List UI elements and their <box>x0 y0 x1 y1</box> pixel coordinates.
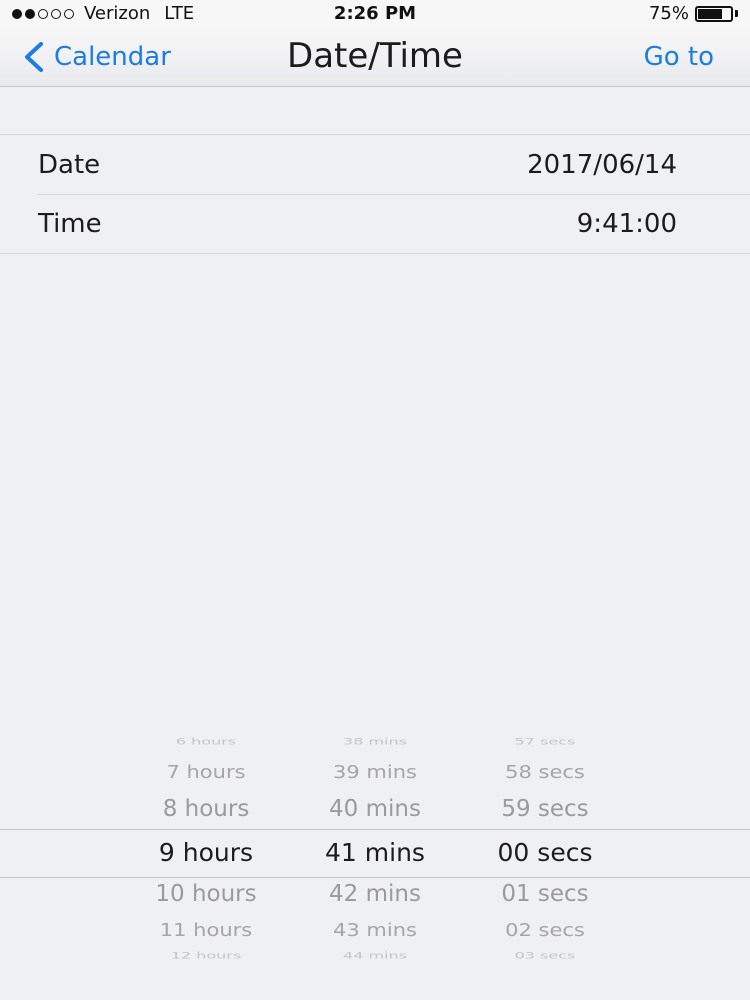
picker-item[interactable]: 59 secs <box>445 796 645 822</box>
picker-item[interactable]: 57 secs <box>445 736 645 746</box>
picker-item-selected[interactable]: 00 secs <box>445 838 645 867</box>
status-time: 2:26 PM <box>333 3 417 24</box>
picker-item[interactable]: 58 secs <box>445 762 645 782</box>
datetime-table: Date 2017/06/14 Time 9:41:00 <box>0 134 750 254</box>
status-bar: Verizon LTE 2:26 PM 75% <box>0 0 750 28</box>
navigation-bar: Calendar Date/Time Go to <box>0 28 750 87</box>
time-picker[interactable]: 6 hours 7 hours 8 hours 9 hours 10 hours 11 h… <box>0 726 750 976</box>
time-label: Time <box>38 208 102 239</box>
picker-item[interactable]: 02 secs <box>445 920 645 940</box>
table-row-date[interactable]: Date 2017/06/14 <box>0 135 750 194</box>
battery-percent: 75% <box>648 3 689 24</box>
battery-icon <box>695 5 733 22</box>
seconds-wheel[interactable]: 57 secs 58 secs 59 secs 00 secs 01 secs 02 se… <box>445 726 645 976</box>
picker-item[interactable]: 03 secs <box>445 950 645 960</box>
battery-tip <box>735 10 738 17</box>
time-value: 9:41:00 <box>576 208 677 239</box>
date-label: Date <box>38 149 101 180</box>
go-to-button[interactable]: Go to <box>644 42 714 72</box>
page-title: Date/Time <box>287 36 463 76</box>
picker-item[interactable]: 01 secs <box>445 881 645 907</box>
table-row-time[interactable]: Time 9:41:00 <box>0 194 750 253</box>
date-value: 2017/06/14 <box>527 149 677 180</box>
battery-info: 75% <box>649 3 738 24</box>
